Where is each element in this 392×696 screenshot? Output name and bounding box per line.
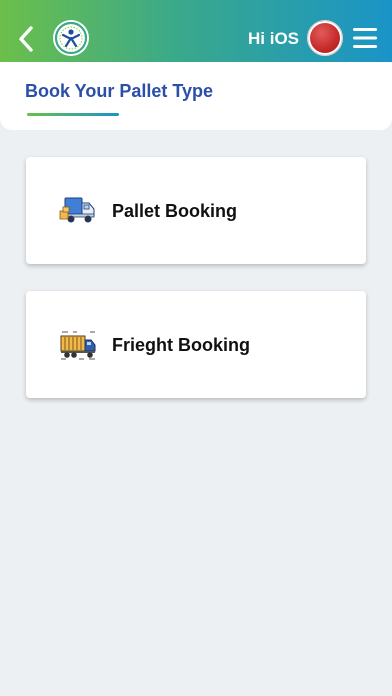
menu-button[interactable] [352,26,378,50]
pallet-booking-label: Pallet Booking [112,201,238,221]
title-underline [27,113,119,116]
frieght-booking-label: Frieght Booking [112,335,250,355]
page-title: Book Your Pallet Type [25,81,214,101]
logo-icon [54,21,88,55]
freight-truck-icon [60,331,96,360]
delivery-van-with-boxes-icon [59,197,95,223]
pallet-booking-card[interactable]: Pallet Booking [26,157,366,264]
app-header: Hi iOS [0,0,392,62]
avatar[interactable] [307,20,343,56]
chevron-left-icon [19,26,33,52]
user-greeting: Hi iOS [248,29,300,48]
app-logo [53,20,89,56]
frieght-booking-card[interactable]: Frieght Booking [26,291,366,398]
back-button[interactable] [14,24,38,54]
hamburger-menu-icon [353,28,377,48]
page-title-bar: Book Your Pallet Type [0,62,392,130]
